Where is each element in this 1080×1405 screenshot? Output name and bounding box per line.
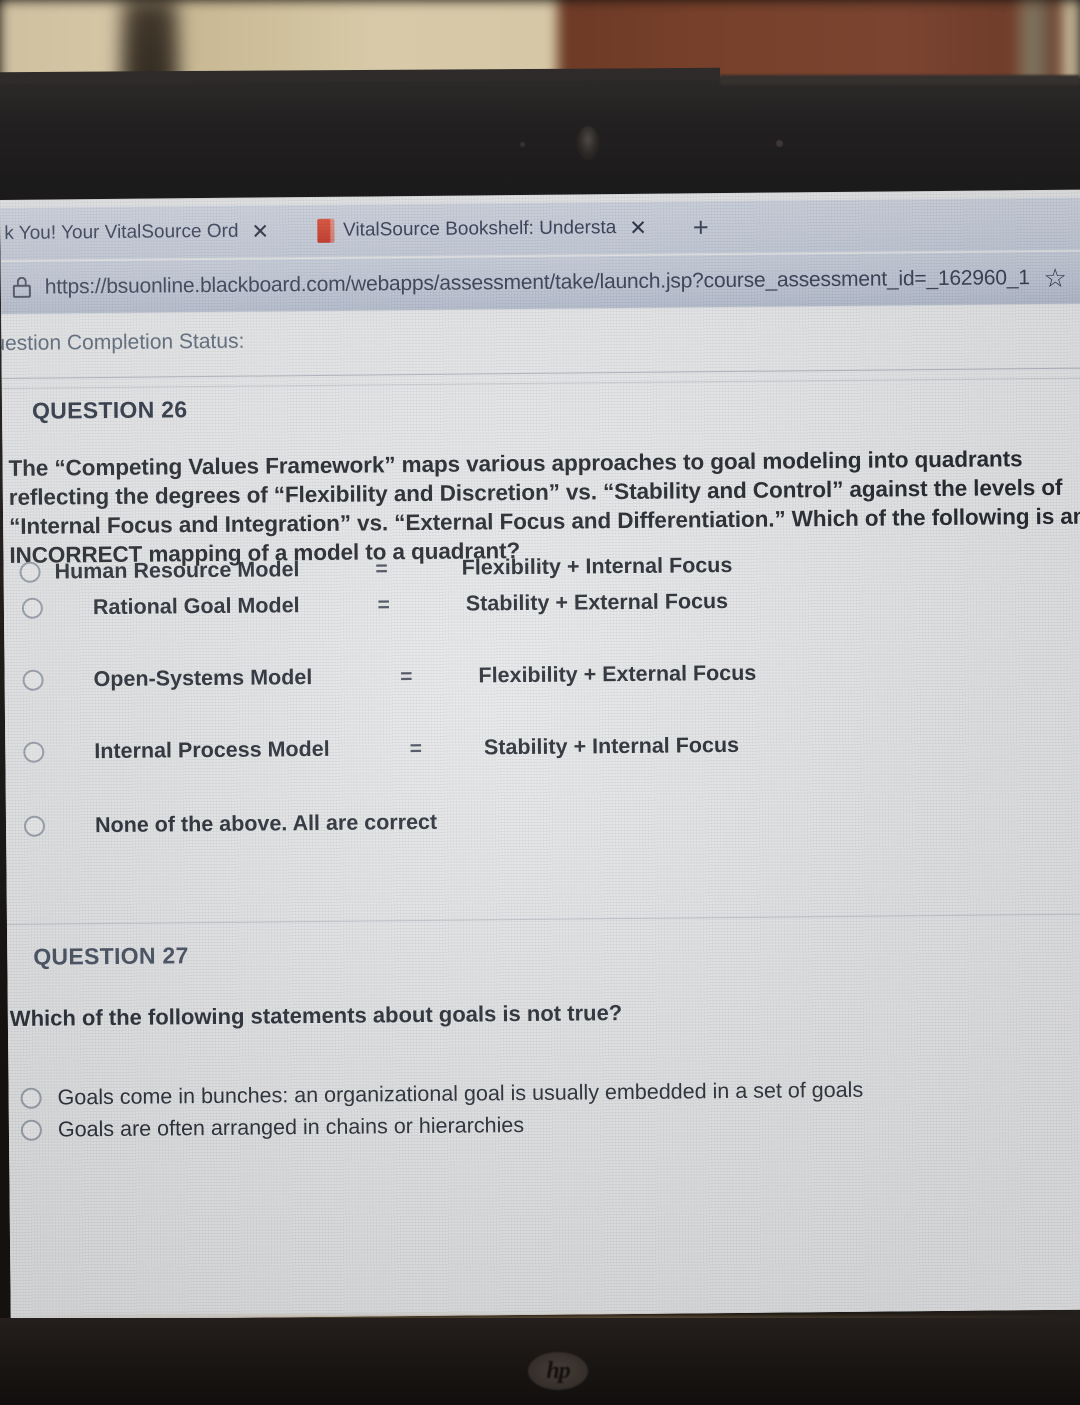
- quiz-page: uestion Completion Status: QUESTION 26 T…: [0, 305, 1080, 1320]
- laptop-top-bezel: [0, 75, 1080, 203]
- question-completion-status: uestion Completion Status:: [0, 329, 245, 356]
- divider: [6, 913, 1080, 925]
- question-26-header: QUESTION 26: [31, 396, 188, 424]
- laptop-screen: k You! Your VitalSource Ord ✕ VitalSourc…: [0, 189, 1080, 1320]
- option-equals: =: [375, 556, 388, 580]
- bezel-edge: [720, 75, 1080, 85]
- option-value: Stability + Internal Focus: [483, 732, 740, 760]
- radio-button[interactable]: [20, 1119, 43, 1141]
- radio-button[interactable]: [23, 741, 45, 763]
- book-icon: [316, 218, 335, 243]
- new-tab-button[interactable]: +: [693, 212, 709, 243]
- option-value: Stability + External Focus: [465, 589, 729, 616]
- close-icon[interactable]: ✕: [629, 215, 647, 240]
- question-26-text: The “Competing Values Framework” maps va…: [8, 446, 1080, 568]
- radio-button[interactable]: [20, 1087, 42, 1109]
- radio-button[interactable]: [21, 597, 44, 619]
- radio-button[interactable]: [19, 561, 41, 583]
- option-label: Goals are often arranged in chains or hi…: [57, 1113, 525, 1142]
- question-26-option-2[interactable]: Rational Goal Model = Stability + Extern…: [21, 589, 729, 621]
- option-label: Open-Systems Model: [93, 665, 313, 692]
- option-equals: =: [377, 592, 390, 616]
- microphone-icon: [520, 142, 525, 147]
- radio-button[interactable]: [23, 815, 46, 837]
- browser-tab-1[interactable]: k You! Your VitalSource Ord ✕: [0, 209, 281, 256]
- question-27-option-1[interactable]: Goals come in bunches: an organizational…: [20, 1077, 864, 1111]
- url-text[interactable]: https://bsuonline.blackboard.com/webapps…: [45, 266, 1030, 299]
- browser-tab-2[interactable]: VitalSource Bookshelf: Understa ✕: [305, 206, 659, 253]
- question-27-header: QUESTION 27: [33, 942, 189, 970]
- option-equals: =: [400, 664, 413, 688]
- option-equals: =: [409, 736, 423, 760]
- tab-title: k You! Your VitalSource Ord: [4, 220, 239, 244]
- bookmark-star-icon[interactable]: ☆: [1043, 263, 1067, 293]
- divider: [1, 377, 1080, 389]
- browser-tab-strip: k You! Your VitalSource Ord ✕ VitalSourc…: [0, 197, 1080, 260]
- question-26-option-5[interactable]: None of the above. All are correct: [23, 809, 438, 839]
- lock-icon: [12, 276, 31, 299]
- option-label: Goals come in bunches: an organizational…: [57, 1077, 864, 1110]
- address-bar[interactable]: https://bsuonline.blackboard.com/webapps…: [0, 251, 1080, 314]
- option-label: None of the above. All are correct: [94, 809, 438, 838]
- hp-logo-icon: hp: [528, 1352, 588, 1390]
- tab-title: VitalSource Bookshelf: Understa: [342, 217, 617, 241]
- divider: [1, 367, 1080, 379]
- close-icon[interactable]: ✕: [251, 219, 269, 244]
- question-27-text: Which of the following statements about …: [9, 1000, 623, 1031]
- question-26-option-4[interactable]: Internal Process Model = Stability + Int…: [23, 733, 739, 765]
- option-label: Rational Goal Model: [92, 593, 300, 620]
- option-label: Human Resource Model: [54, 557, 300, 584]
- webcam-icon: [576, 126, 600, 160]
- question-27-option-2[interactable]: Goals are often arranged in chains or hi…: [20, 1113, 525, 1143]
- question-26-option-3[interactable]: Open-Systems Model = Flexibility + Exter…: [22, 661, 756, 693]
- camera-led-icon: [776, 140, 783, 147]
- option-label: Internal Process Model: [94, 736, 330, 764]
- option-value: Flexibility + External Focus: [478, 660, 757, 688]
- radio-button[interactable]: [22, 669, 44, 691]
- option-value: Flexibility + Internal Focus: [461, 552, 733, 580]
